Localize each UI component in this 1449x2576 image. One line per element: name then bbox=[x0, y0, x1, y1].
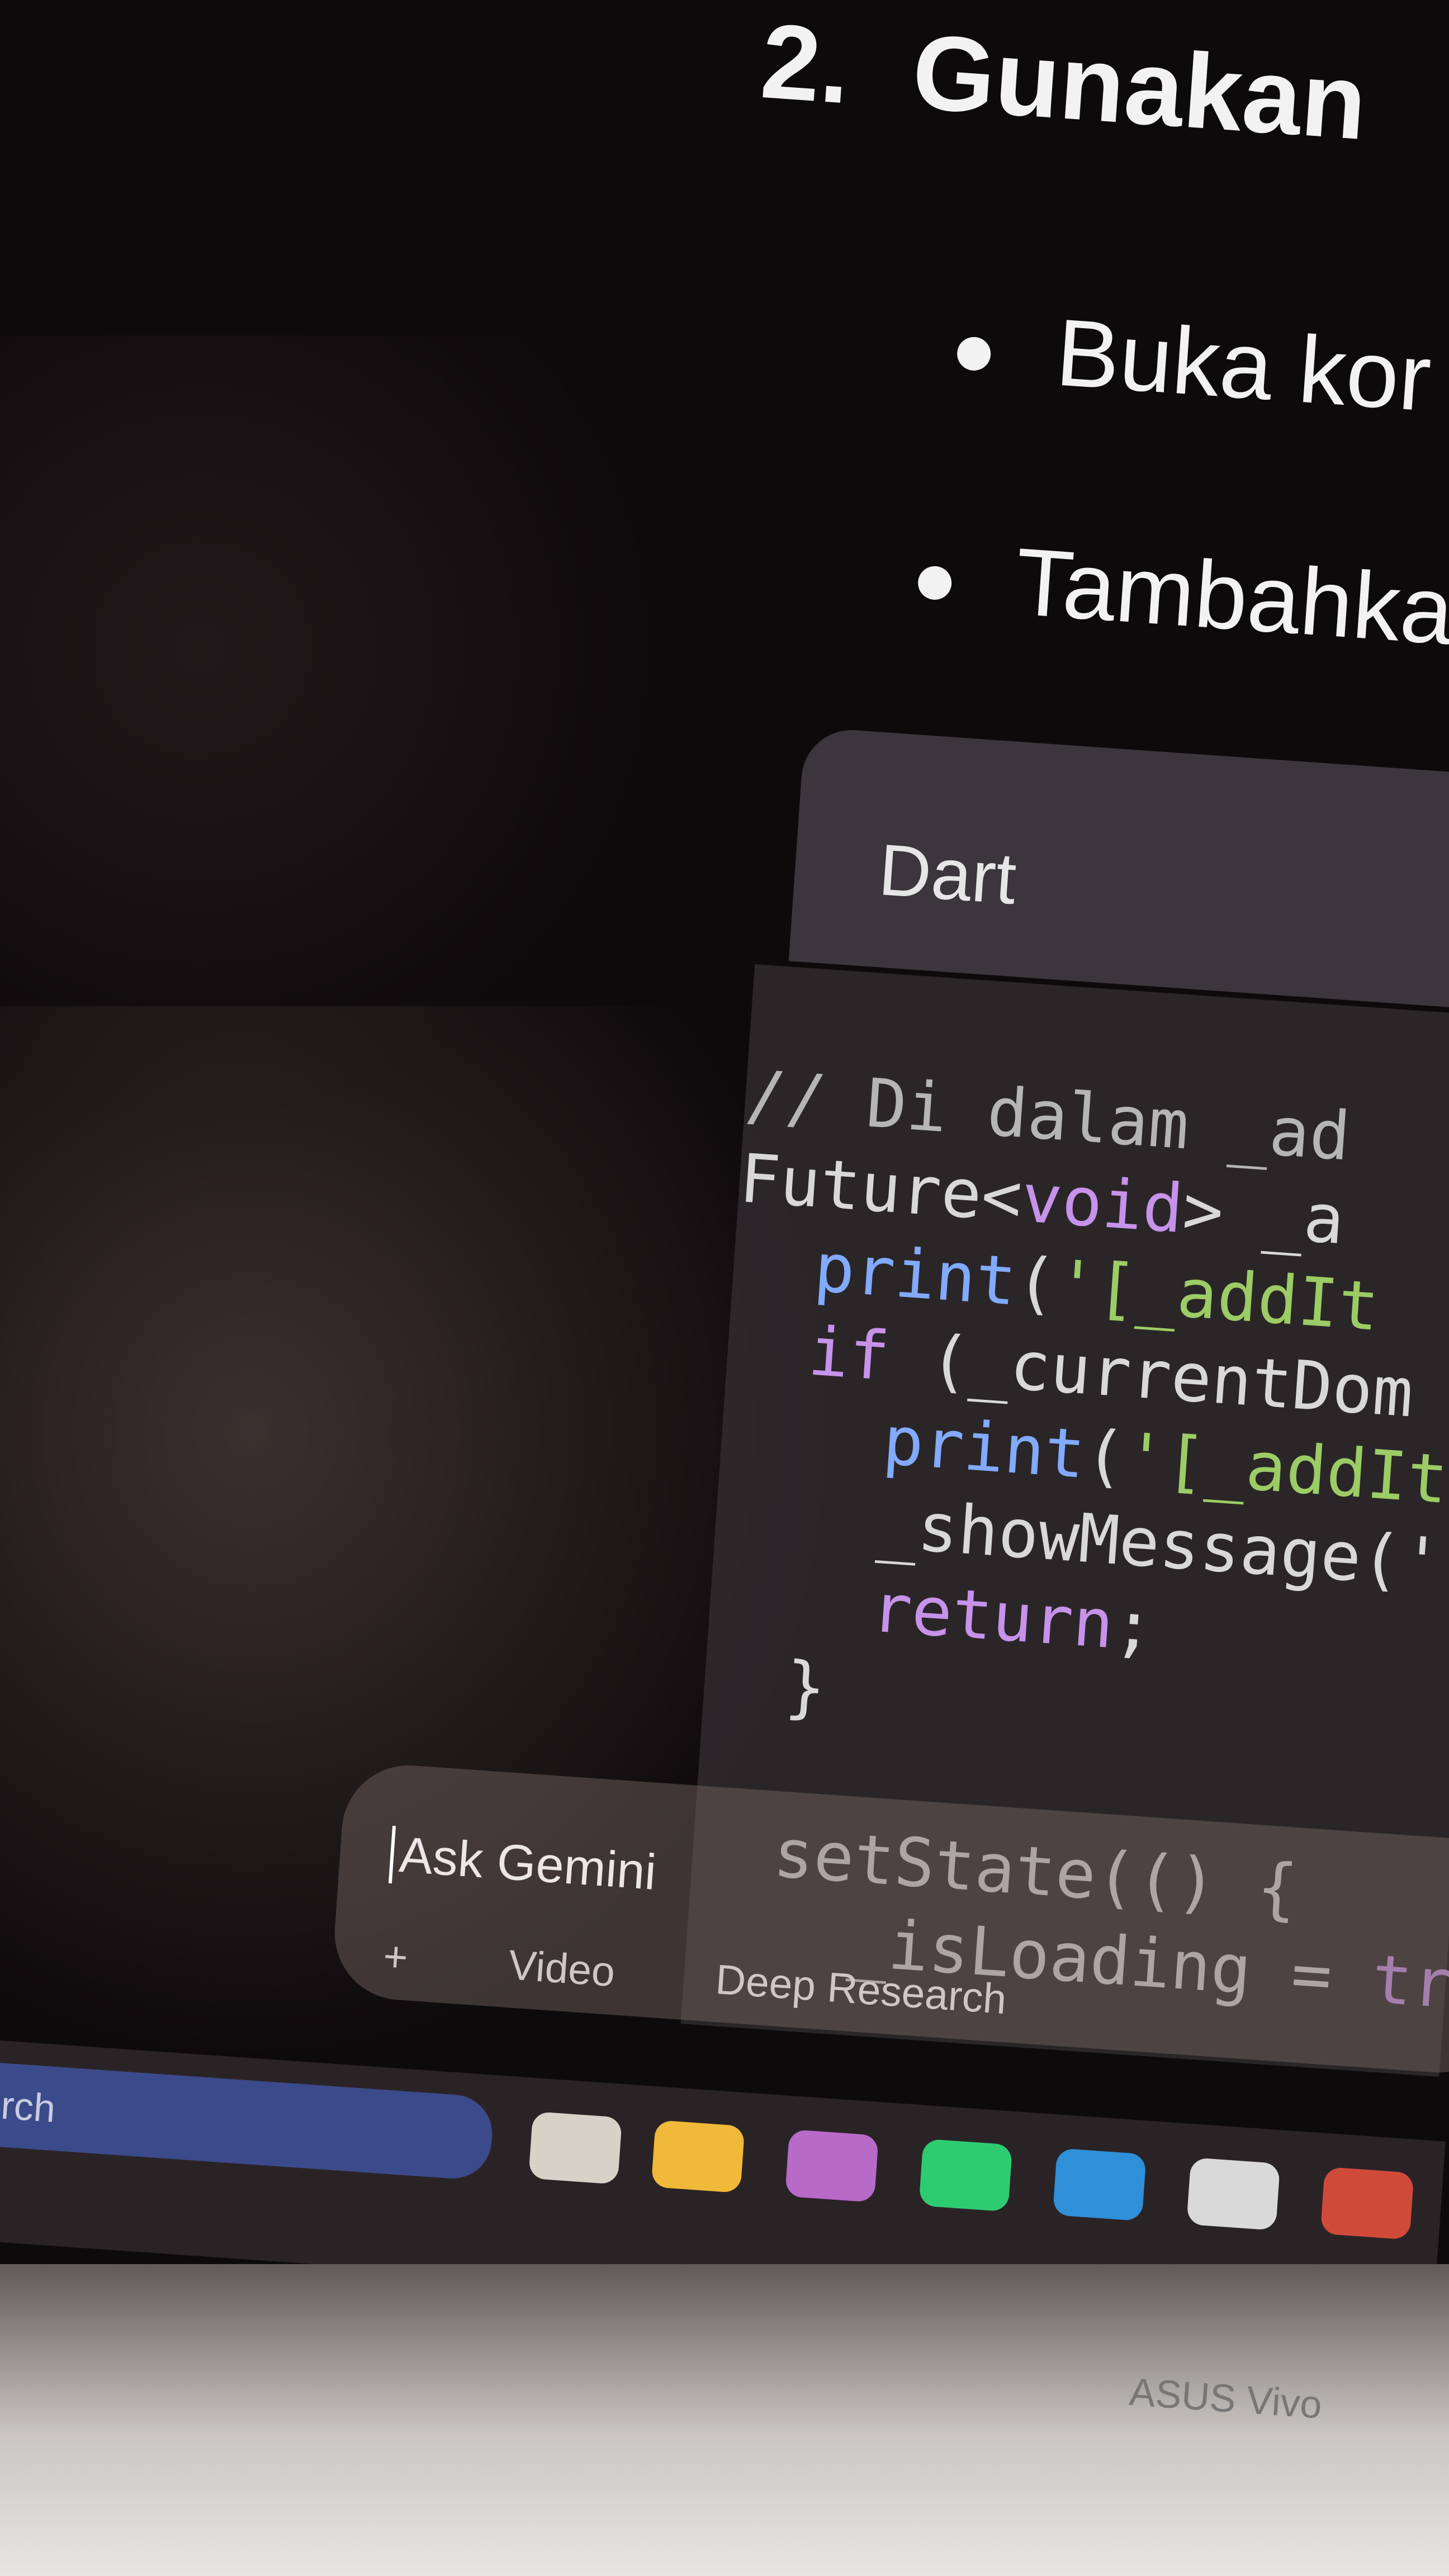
code-token: ; bbox=[1110, 1586, 1157, 1667]
step-title: Gunakan bbox=[908, 12, 1371, 163]
folder-icon[interactable] bbox=[651, 2120, 745, 2194]
bullet-dot-icon bbox=[956, 335, 992, 372]
code-keyword: return bbox=[869, 1569, 1116, 1664]
code-token: > _a bbox=[1180, 1171, 1347, 1260]
bullet-text: Tambahka bbox=[1012, 528, 1449, 665]
step-number: 2. bbox=[757, 1, 854, 126]
code-token: ( bbox=[1082, 1416, 1128, 1497]
bullet-item: Buka kor bbox=[954, 291, 1434, 433]
copilot-icon[interactable] bbox=[784, 2129, 879, 2203]
code-language-label: Dart bbox=[876, 828, 1019, 920]
code-string: '[_addIt bbox=[1053, 1246, 1381, 1346]
code-keyword: void bbox=[1019, 1159, 1186, 1249]
add-button[interactable]: + bbox=[382, 1933, 410, 1981]
spotify-icon[interactable] bbox=[918, 2138, 1013, 2212]
bullet-item: Tambahka bbox=[915, 520, 1449, 666]
code-token: Future< bbox=[737, 1139, 1025, 1237]
store-icon[interactable] bbox=[1186, 2157, 1281, 2231]
step-heading: 2. Gunakan bbox=[757, 0, 1371, 164]
code-function: print bbox=[812, 1229, 1019, 1321]
code-string: '[_addIt bbox=[1122, 1419, 1449, 1519]
taskbar-search[interactable]: rch bbox=[0, 2062, 495, 2181]
edge-icon[interactable] bbox=[1052, 2148, 1147, 2222]
app-icon[interactable] bbox=[1320, 2166, 1414, 2240]
file-explorer-icon[interactable] bbox=[528, 2111, 623, 2185]
laptop-screen: 2. Gunakan Buka kor Tambahka Dart // Di … bbox=[0, 0, 1449, 2342]
code-token: ( bbox=[1013, 1243, 1059, 1324]
deep-research-button[interactable]: Deep Research bbox=[714, 1955, 1008, 2023]
bullet-dot-icon bbox=[917, 565, 953, 601]
code-token: } bbox=[782, 1647, 828, 1728]
code-block-header: Dart bbox=[788, 727, 1449, 1012]
video-button[interactable]: Video bbox=[507, 1941, 617, 1995]
bullet-text: Buka kor bbox=[1053, 299, 1434, 432]
gemini-tools: + Video Deep Research bbox=[382, 1932, 1097, 2030]
code-function: print bbox=[880, 1402, 1088, 1494]
gemini-prompt-input[interactable]: Ask Gemini bbox=[388, 1826, 659, 1902]
code-keyword: if bbox=[806, 1313, 892, 1396]
